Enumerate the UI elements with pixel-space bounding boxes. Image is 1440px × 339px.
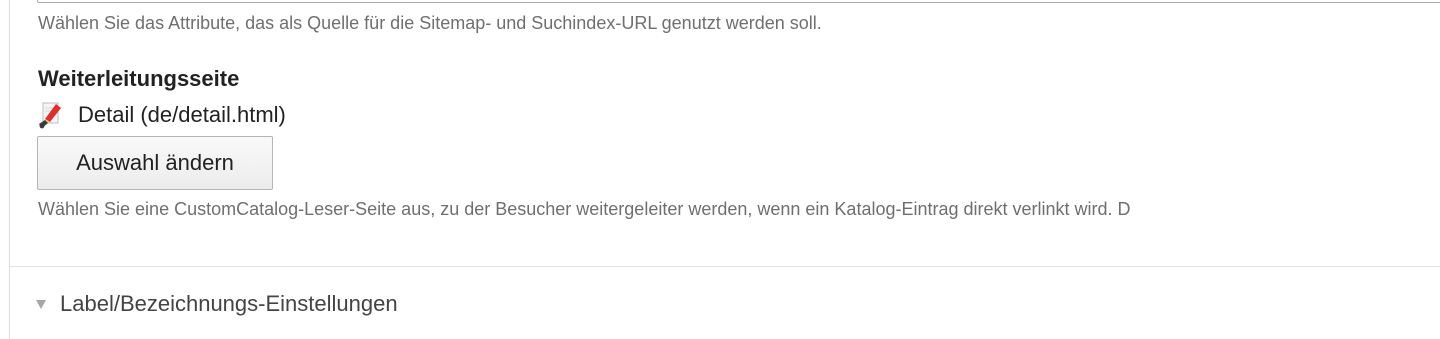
label-settings-title: Label/Bezeichnungs-Einstellungen [60, 291, 398, 316]
selected-page-title[interactable]: Detail (de/detail.html) [78, 102, 286, 128]
change-selection-button[interactable]: Auswahl ändern [37, 136, 273, 190]
page-edit-icon [36, 100, 66, 130]
redirect-help-text: Wählen Sie eine CustomCatalog-Leser-Seit… [38, 199, 1131, 219]
collapse-triangle-icon [36, 299, 46, 309]
label-settings-toggle[interactable]: Label/Bezeichnungs-Einstellungen [36, 291, 398, 317]
panel-left-border [9, 0, 10, 339]
url-source-help-text: Wählen Sie das Attribute, das als Quelle… [38, 13, 822, 33]
url-source-select[interactable] [37, 0, 1440, 3]
section-divider [10, 266, 1440, 267]
selected-page-item: Detail (de/detail.html) [36, 100, 286, 130]
redirect-page-label: Weiterleitungsseite [38, 66, 240, 91]
settings-panel: Wählen Sie das Attribute, das als Quelle… [0, 0, 1440, 339]
